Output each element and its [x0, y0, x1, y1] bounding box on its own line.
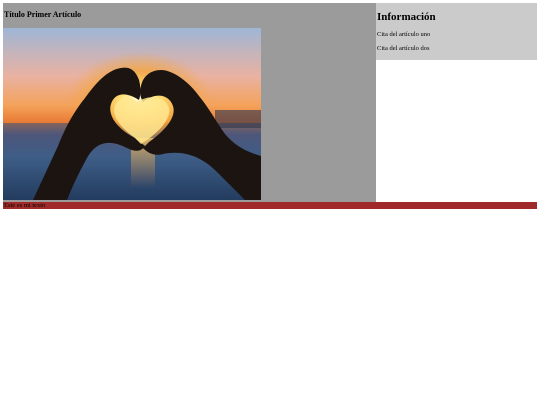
- page: Título Primer Artículo Información Cita …: [0, 0, 540, 405]
- article-section: Título Primer Artículo: [3, 3, 376, 202]
- footer-text: Este es mi texto: [4, 202, 46, 209]
- citation-item: Cita del artículo uno: [377, 31, 431, 38]
- article-title: Título Primer Artículo: [4, 10, 82, 19]
- page-footer: Este es mi texto: [3, 202, 537, 209]
- hero-image: [3, 28, 261, 200]
- sidebar-heading: Información: [377, 11, 436, 23]
- citation-list: Cita del artículo uno Cita del artículo …: [377, 31, 430, 59]
- citation-item: Cita del artículo dos: [377, 45, 430, 52]
- info-sidebar: Información Cita del artículo uno Cita d…: [376, 3, 537, 60]
